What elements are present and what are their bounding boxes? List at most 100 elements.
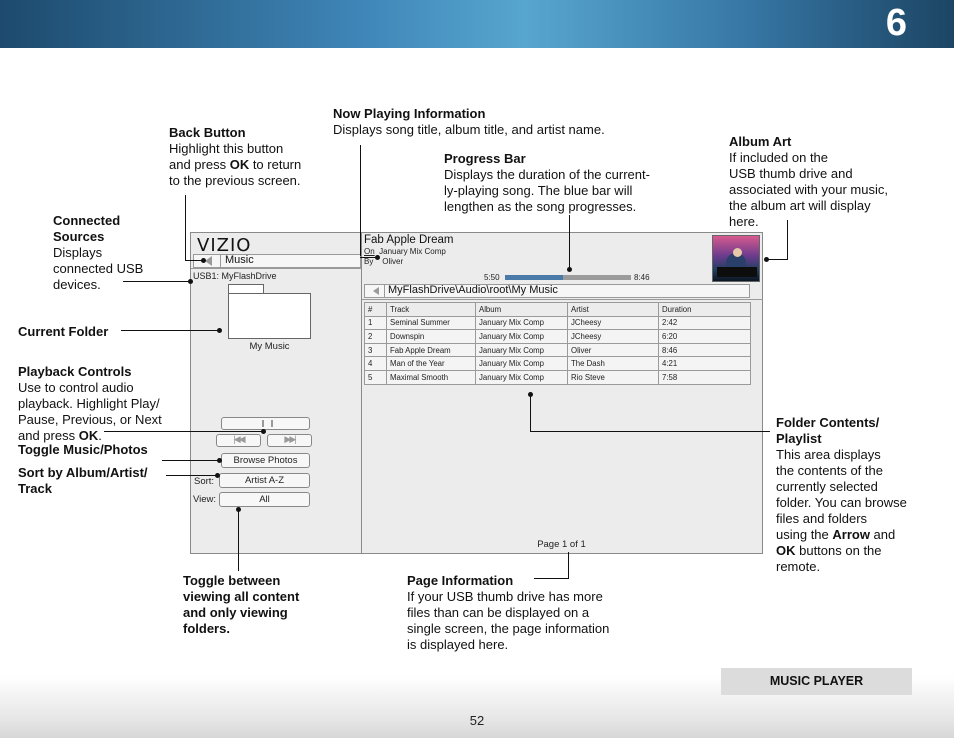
cell: Oliver [567,342,659,358]
callout-playback-controls: Playback Controls Use to control audio p… [18,364,162,444]
cell: Seminal Summer [386,315,476,331]
back-arrow-icon [205,256,212,266]
callout-line: files than can be displayed on a [407,605,590,620]
column-header: Track [386,302,476,317]
callout-line: currently selected [776,479,878,494]
table-row[interactable]: 3 Fab Apple Dream January Mix Comp Olive… [364,342,751,358]
callout-line: using the Arrow and [776,527,896,542]
callout-line: to the previous screen. [169,173,301,188]
section-tab: MUSIC PLAYER [721,668,912,695]
leader-dot [261,429,266,434]
callout-folder-contents: Folder Contents/ Playlist This area disp… [776,415,907,575]
leader-line [787,220,788,260]
sort-select[interactable]: Artist A-Z [219,473,310,488]
cell: JCheesy [567,315,659,331]
callout-line: If your USB thumb drive has more [407,589,603,604]
callout-page-information: Page Information If your USB thumb drive… [407,573,609,653]
callout-line: files and folders [776,511,868,526]
leader-line [123,281,191,282]
cell: 2:42 [658,315,751,331]
callout-title: Album Art [729,134,792,149]
callout-line: Pause, Previous, or Next [18,412,162,427]
divider [191,268,361,269]
leader-line [360,145,361,256]
connected-source[interactable]: USB1: MyFlashDrive [193,271,277,281]
leader-line [360,257,376,258]
cell: 4 [364,356,387,371]
callout-line: USB thumb drive and [729,166,853,181]
callout-title: Playback Controls [18,364,132,379]
sort-label: Sort: [194,476,215,487]
leader-line [568,552,569,579]
leader-line [569,215,570,269]
cell: Downspin [386,329,476,344]
table-header-row: # Track Album Artist Duration [364,302,751,317]
table-row[interactable]: 5 Maximal Smooth January Mix Comp Rio St… [364,369,751,385]
callout-title: viewing all content [183,589,300,604]
callout-line: and press OK to return [169,157,302,172]
callout-title: Toggle between [183,573,281,588]
elapsed-time: 5:50 [484,273,500,282]
leader-dot [217,458,222,463]
view-select[interactable]: All [219,492,310,507]
leader-line [162,460,220,461]
callout-line: the contents of the [776,463,883,478]
callout-toggle-view: Toggle between viewing all content and o… [183,573,299,637]
chapter-banner [0,0,954,48]
cell: 2 [364,329,387,344]
table-row[interactable]: 1 Seminal Summer January Mix Comp JChees… [364,315,751,331]
table-row[interactable]: 2 Downspin January Mix Comp JCheesy 6:20 [364,329,751,344]
page-number: 52 [469,713,485,728]
leader-line [166,475,218,476]
current-folder-label: My Music [249,341,290,352]
cell: 4:21 [658,356,751,371]
browse-photos-button[interactable]: Browse Photos [221,453,310,468]
callout-title: Track [18,481,52,496]
cell: January Mix Comp [475,369,568,385]
cell: The Dash [567,356,659,371]
leader-line [185,195,186,261]
leader-line [767,259,788,260]
callout-line: folder. You can browse [776,495,907,510]
folder-icon[interactable] [228,293,311,339]
callout-line: Highlight this button [169,141,284,156]
page-info: Page 1 of 1 [537,539,586,550]
callout-line: the album art will display [729,198,871,213]
next-icon: ▶▶| [284,434,296,444]
callout-line: This area displays [776,447,881,462]
callout-now-playing: Now Playing Information Displays song ti… [333,106,605,138]
callout-title: Back Button [169,125,246,140]
table-row[interactable]: 4 Man of the Year January Mix Comp The D… [364,356,751,371]
next-button[interactable]: ▶▶| [267,434,312,447]
callout-line: associated with your music, [729,182,888,197]
panel-divider [361,232,362,554]
callout-line: ly-playing song. The blue bar will [444,183,633,198]
callout-line: If included on the [729,150,829,165]
callout-back-button: Back Button Highlight this button and pr… [169,125,301,189]
callout-sort: Sort by Album/Artist/ Track [18,465,148,497]
callout-line: lengthen as the song progresses. [444,199,637,214]
play-pause-button[interactable] [221,417,310,430]
cell: January Mix Comp [475,329,568,344]
leader-line [121,330,219,331]
cell: 8:46 [658,342,751,358]
vizio-logo: VIZIO [197,235,252,256]
back-button[interactable] [193,254,361,268]
leader-dot [201,258,206,263]
callout-line: Displays song title, album title, and ar… [333,122,605,137]
cell: January Mix Comp [475,342,568,358]
progress-fill [505,275,563,280]
leader-line [238,509,239,571]
callout-line: devices. [53,277,101,292]
leader-dot [217,328,222,333]
column-header: Duration [658,302,751,317]
cell: 6:20 [658,329,751,344]
previous-button[interactable]: |◀◀ [216,434,261,447]
callout-current-folder: Current Folder [18,324,108,340]
leader-line [530,395,531,432]
leader-line [104,431,264,432]
callout-title: Now Playing Information [333,106,486,121]
now-playing-artist: By Oliver [364,257,404,266]
callout-line: Displays the duration of the current- [444,167,650,182]
callout-line: playback. Highlight Play/ [18,396,160,411]
